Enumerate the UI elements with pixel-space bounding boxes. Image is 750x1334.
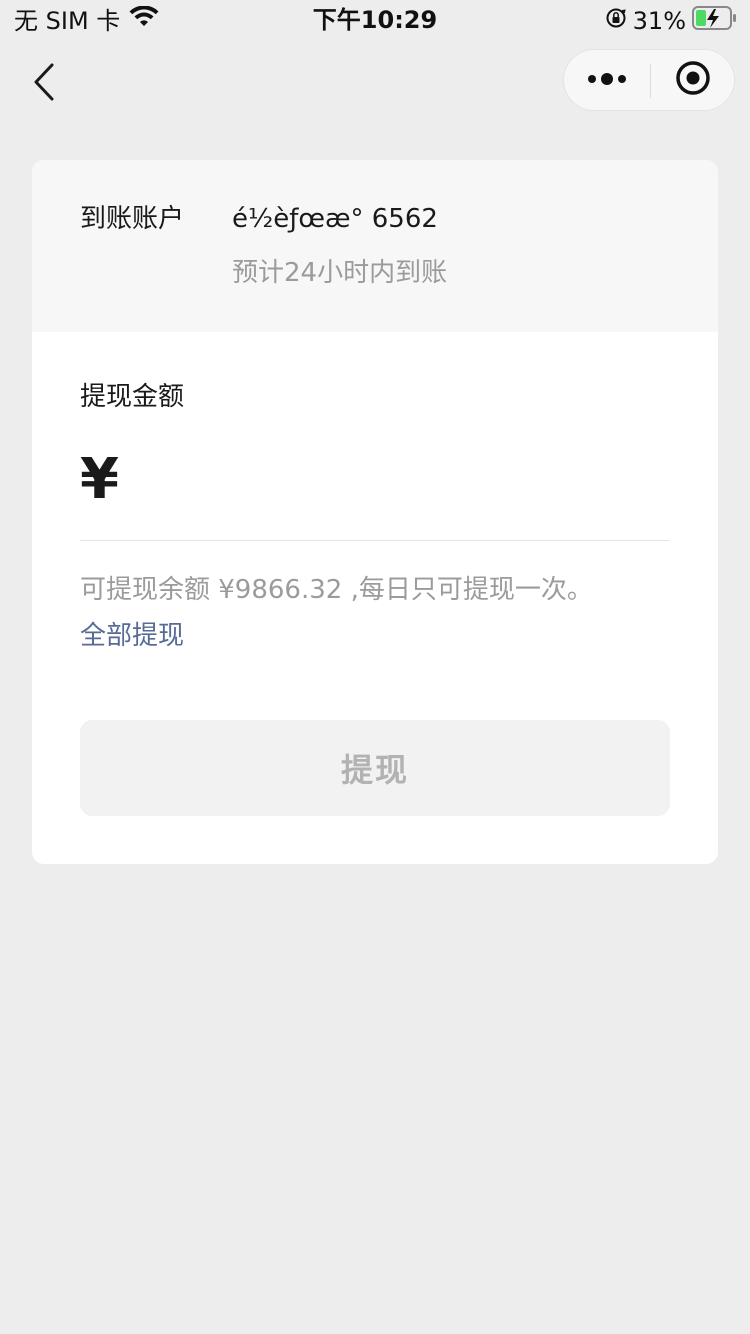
amount-row: ¥: [80, 440, 718, 520]
status-bar: 无 SIM 卡 下午10:29 31%: [0, 0, 750, 40]
back-arrow-icon: [32, 62, 56, 106]
withdraw-card: 到账账户 é½èƒœæ° 6562 预计24小时内到账 提现金额 ¥ 可提现余额…: [32, 160, 718, 864]
currency-symbol: ¥: [80, 447, 119, 512]
battery-fill: [696, 10, 706, 26]
close-button[interactable]: [651, 50, 735, 110]
account-label: 到账账户: [80, 204, 185, 234]
withdraw-button[interactable]: 提现: [80, 720, 670, 816]
back-button[interactable]: [24, 62, 64, 106]
battery-percent: 31%: [632, 7, 686, 35]
orientation-lock-icon: [605, 7, 627, 35]
arrival-estimate: 预计24小时内到账: [232, 258, 448, 288]
close-target-icon: [675, 60, 711, 100]
more-dots-icon: [587, 71, 627, 90]
battery-charging-icon: [692, 6, 738, 36]
amount-label: 提现金额: [80, 382, 185, 412]
account-section: 到账账户 é½èƒœæ° 6562 预计24小时内到账: [32, 160, 718, 332]
amount-divider: [80, 540, 670, 541]
status-right: 31%: [605, 6, 738, 36]
account-name: é½èƒœæ° 6562: [232, 204, 438, 234]
withdraw-all-link[interactable]: 全部提现: [80, 618, 184, 654]
available-balance-note: 可提现余额 ¥9866.32 ,每日只可提现一次。: [80, 575, 593, 605]
more-button[interactable]: [564, 50, 650, 110]
mini-program-capsule: [563, 49, 735, 111]
amount-input[interactable]: [134, 445, 718, 515]
